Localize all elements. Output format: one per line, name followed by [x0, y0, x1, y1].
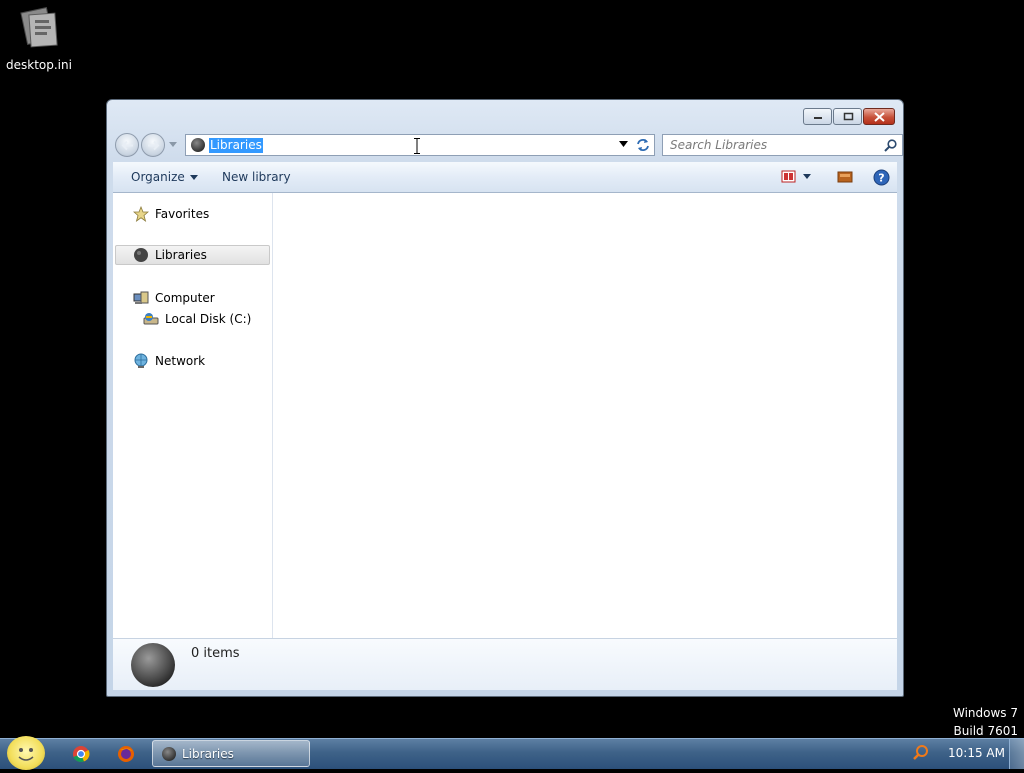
nav-item-label: Libraries: [155, 248, 207, 262]
taskbar-task-label: Libraries: [182, 746, 234, 761]
nav-item-label: Local Disk (C:): [165, 312, 252, 326]
taskbar-firefox[interactable]: [106, 742, 146, 766]
refresh-button[interactable]: [631, 134, 655, 156]
organize-button[interactable]: Organize: [131, 170, 198, 184]
taskbar: Libraries 10:15 AM: [0, 736, 1024, 770]
nav-item-label: Favorites: [155, 207, 210, 221]
drive-icon: [143, 311, 159, 327]
start-orb-icon: [18, 748, 34, 761]
arrow-left-icon: [121, 140, 133, 151]
forward-button[interactable]: [141, 133, 165, 157]
text-cursor-icon: [414, 138, 420, 154]
clock[interactable]: 10:15 AM: [948, 746, 1005, 760]
close-button[interactable]: [863, 108, 895, 125]
address-text[interactable]: Libraries: [209, 137, 263, 153]
close-icon: [873, 111, 885, 122]
windows-watermark: Windows 7 Build 7601: [953, 704, 1018, 740]
nav-item-favorites[interactable]: Favorites: [113, 204, 270, 224]
search-box[interactable]: Search Libraries: [662, 134, 903, 156]
start-button[interactable]: [7, 736, 45, 770]
desktop-icon-label: desktop.ini: [6, 58, 72, 72]
organize-label: Organize: [131, 170, 185, 184]
nav-item-label: Computer: [155, 291, 215, 305]
recent-pages-dropdown[interactable]: [169, 142, 177, 147]
help-button[interactable]: ?: [873, 169, 890, 186]
svg-text:?: ?: [878, 172, 884, 185]
refresh-icon: [636, 139, 649, 151]
preview-pane-button[interactable]: [837, 170, 853, 184]
nav-item-computer[interactable]: Computer: [113, 288, 270, 308]
computer-icon: [133, 290, 149, 306]
file-list-area[interactable]: [273, 193, 897, 638]
search-icon[interactable]: [884, 139, 897, 152]
search-placeholder: Search Libraries: [670, 138, 768, 152]
star-icon: [132, 205, 150, 222]
nav-item-label: Network: [155, 354, 206, 368]
explorer-window: Libraries Search Libraries Organize New …: [106, 99, 904, 697]
tray-search-icon[interactable]: [912, 744, 930, 762]
minimize-icon: [813, 116, 822, 119]
libraries-icon: [133, 247, 149, 263]
maximize-button[interactable]: [833, 108, 862, 125]
desktop-icon-desktop-ini[interactable]: desktop.ini: [6, 6, 72, 72]
item-count: 0 items: [191, 646, 240, 661]
address-bar[interactable]: Libraries: [185, 134, 632, 156]
change-view-button[interactable]: [781, 170, 813, 184]
libraries-icon: [162, 746, 176, 761]
libraries-icon: [191, 138, 205, 152]
details-pane: 0 items: [113, 638, 897, 690]
show-desktop-button[interactable]: [1009, 739, 1024, 769]
chevron-down-icon: [189, 175, 198, 180]
nav-item-network[interactable]: Network: [113, 351, 270, 371]
taskbar-chrome[interactable]: [61, 742, 101, 766]
chevron-down-icon[interactable]: [619, 141, 628, 147]
new-library-button[interactable]: New library: [222, 170, 291, 184]
firefox-icon: [118, 746, 134, 762]
taskbar-task-libraries[interactable]: Libraries: [152, 740, 310, 767]
network-icon: [133, 353, 149, 369]
navigation-pane: Favorites Libraries Computer Local Disk …: [113, 193, 273, 638]
nav-item-local-disk[interactable]: Local Disk (C:): [113, 309, 270, 329]
nav-item-libraries[interactable]: Libraries: [115, 245, 270, 265]
restore-icon: [843, 112, 853, 121]
caption-buttons: [803, 108, 895, 125]
document-icon: [18, 6, 58, 50]
libraries-large-icon: [131, 643, 175, 687]
watermark-os: Windows 7: [952, 706, 1018, 720]
navigation-row: Libraries Search Libraries: [114, 133, 903, 157]
minimize-button[interactable]: [803, 108, 832, 125]
chrome-icon: [73, 746, 90, 763]
command-bar: Organize New library ?: [113, 162, 897, 193]
arrow-right-icon: [148, 140, 160, 151]
back-button[interactable]: [115, 133, 139, 157]
